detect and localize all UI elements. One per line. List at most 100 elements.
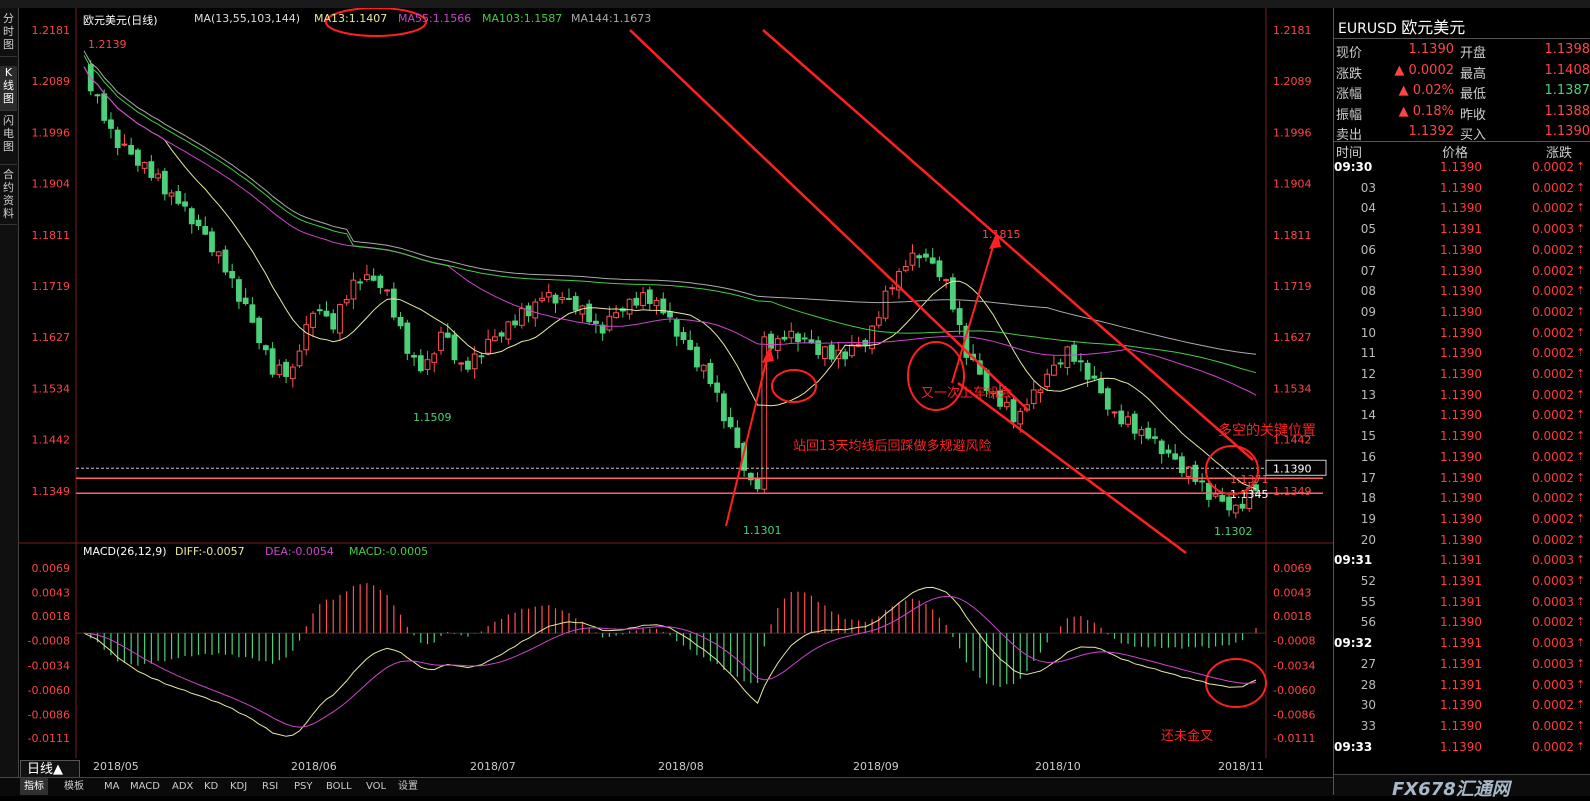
tick-price: 1.1390	[1440, 511, 1482, 526]
candle-body	[296, 350, 303, 367]
ticks-time-header: 时间	[1336, 146, 1363, 161]
quote-row: 振幅 ▲ 0.18% 昨收 1.1388	[1334, 102, 1590, 123]
candle-body	[613, 312, 620, 319]
candle-body	[121, 143, 128, 146]
tab-kline[interactable]: K线图	[0, 66, 17, 111]
quote-label: 最高	[1460, 66, 1487, 82]
candle-body	[195, 219, 202, 227]
candle-body	[1125, 416, 1131, 425]
tick-time: 10	[1360, 325, 1376, 340]
candle-body	[1084, 362, 1091, 380]
tab-settings[interactable]: 设置	[394, 778, 422, 795]
tick-row: 09:33 1.1390 0.0002 ⇡	[1334, 740, 1590, 761]
tick-time: 11	[1360, 346, 1376, 361]
candle-body	[330, 313, 337, 330]
tick-row: 07 1.1390 0.0002 ⇡	[1334, 264, 1590, 285]
ticks-change-header: 涨跌	[1546, 146, 1573, 161]
tab-kdj[interactable]: KDJ	[226, 778, 251, 795]
tick-up-icon: ⇡	[1576, 367, 1586, 380]
price-tick-label: 1.1627	[1273, 331, 1312, 344]
tab-adx[interactable]: ADX	[168, 778, 197, 795]
candle-body	[451, 334, 458, 361]
candle-body	[1165, 449, 1172, 454]
candle-body	[902, 266, 909, 271]
tab-vol[interactable]: VOL	[362, 778, 390, 795]
candle-body	[316, 309, 323, 312]
candle-body	[646, 289, 653, 304]
tick-up-icon: ⇡	[1576, 491, 1586, 505]
tick-up-icon: ⇡	[1576, 284, 1586, 298]
quote-value: ▲ 0.02%	[1398, 83, 1454, 98]
tick-change: 0.0002	[1532, 242, 1574, 257]
candle-body	[390, 288, 397, 318]
candle-body	[626, 298, 633, 315]
candle-body	[1071, 344, 1078, 362]
price-tick-label: 1.2181	[1273, 24, 1312, 37]
tab-kd[interactable]: KD	[200, 778, 222, 795]
tick-up-icon: ⇡	[1576, 594, 1586, 608]
price-tick-label: 1.1534	[1273, 382, 1312, 395]
quote-value: ▲ 0.0002	[1394, 62, 1454, 78]
tick-up-icon: ⇡	[1576, 449, 1586, 463]
tab-boll[interactable]: BOLL	[322, 778, 356, 795]
ticks-list[interactable]: 09:30 1.1390 0.0002 ⇡ 03 1.1390 0.0002 ⇡ 04 1.139…	[1334, 160, 1590, 772]
tick-up-icon: ⇡	[1576, 615, 1586, 629]
tick-change: 0.0002	[1532, 367, 1574, 381]
tick-time: 12	[1360, 367, 1376, 381]
candle-body	[680, 332, 687, 340]
candle-body	[916, 255, 923, 259]
tick-up-icon: ⇡	[1576, 304, 1586, 318]
tab-rsi[interactable]: RSI	[258, 778, 282, 795]
tab-contract-info[interactable]: 合约资料	[0, 168, 17, 225]
tick-price: 1.1390	[1440, 449, 1482, 464]
ma13-line	[83, 66, 1257, 490]
candle-body	[512, 320, 518, 326]
macd-tick-label: -0.0060	[28, 684, 70, 697]
tick-row: 10 1.1390 0.0002 ⇡	[1334, 326, 1590, 347]
low-price-label: 1.1302	[1214, 525, 1253, 538]
candle-body	[768, 333, 774, 349]
top-toolbar	[0, 0, 1590, 8]
quote-value: 1.1390	[1408, 42, 1455, 57]
quote-summary: 现价 1.1390 开盘 1.1398 涨跌 ▲ 0.0002 最高 1.1408 涨幅 ▲ 0.…	[1334, 40, 1590, 144]
tab-timeshare[interactable]: 分时图	[0, 12, 17, 57]
tick-row: 03 1.1390 0.0002 ⇡	[1334, 181, 1590, 202]
tick-up-icon: ⇡	[1576, 718, 1586, 732]
candle-body	[754, 478, 761, 490]
candle-body	[269, 348, 276, 375]
candle-body	[633, 297, 640, 306]
annotation-text: 还未金叉	[1161, 728, 1213, 744]
tick-up-icon: ⇡	[1576, 408, 1586, 422]
ma13-value: MA13:1.1407	[314, 12, 388, 25]
tab-ma[interactable]: MA	[100, 778, 123, 795]
kline-chart[interactable]: 1.2181 1.2181 1.2089 1.2089 1.1996 1.1996 1.19…	[18, 8, 1333, 777]
annot-circle	[771, 369, 817, 403]
tab-flash[interactable]: 闪电图	[0, 114, 17, 165]
tab-indicators[interactable]: 指标	[20, 778, 48, 795]
x-tick-label: 2018/05	[93, 760, 139, 773]
price-tick-label: 1.2181	[32, 24, 71, 37]
tick-change: 0.0002	[1532, 698, 1574, 713]
price-tick-label: 1.2089	[1273, 75, 1312, 88]
candle-body	[1219, 494, 1226, 502]
price-tick-label: 1.2089	[32, 75, 71, 88]
candle-body	[788, 330, 795, 339]
tick-up-icon: ⇡	[1576, 511, 1586, 525]
candle-body	[276, 364, 283, 376]
tick-price: 1.1391	[1440, 594, 1482, 609]
tick-change: 0.0002	[1532, 615, 1574, 630]
tick-up-icon: ⇡	[1576, 553, 1586, 567]
tick-price: 1.1390	[1440, 718, 1482, 733]
candle-body	[444, 332, 451, 338]
tab-templates[interactable]: 模板	[60, 778, 88, 795]
macd-tick-label: -0.0008	[28, 635, 70, 648]
candle-body	[882, 290, 889, 319]
candle-body	[1003, 401, 1010, 408]
tab-psy[interactable]: PSY	[290, 778, 317, 795]
tick-change: 0.0002	[1532, 449, 1574, 464]
macd-tick-label: 0.0043	[32, 587, 71, 600]
tab-macd[interactable]: MACD	[126, 778, 164, 795]
candle-body	[357, 281, 364, 284]
ticks-price-header: 价格	[1442, 146, 1469, 161]
tick-time: 08	[1360, 284, 1376, 299]
